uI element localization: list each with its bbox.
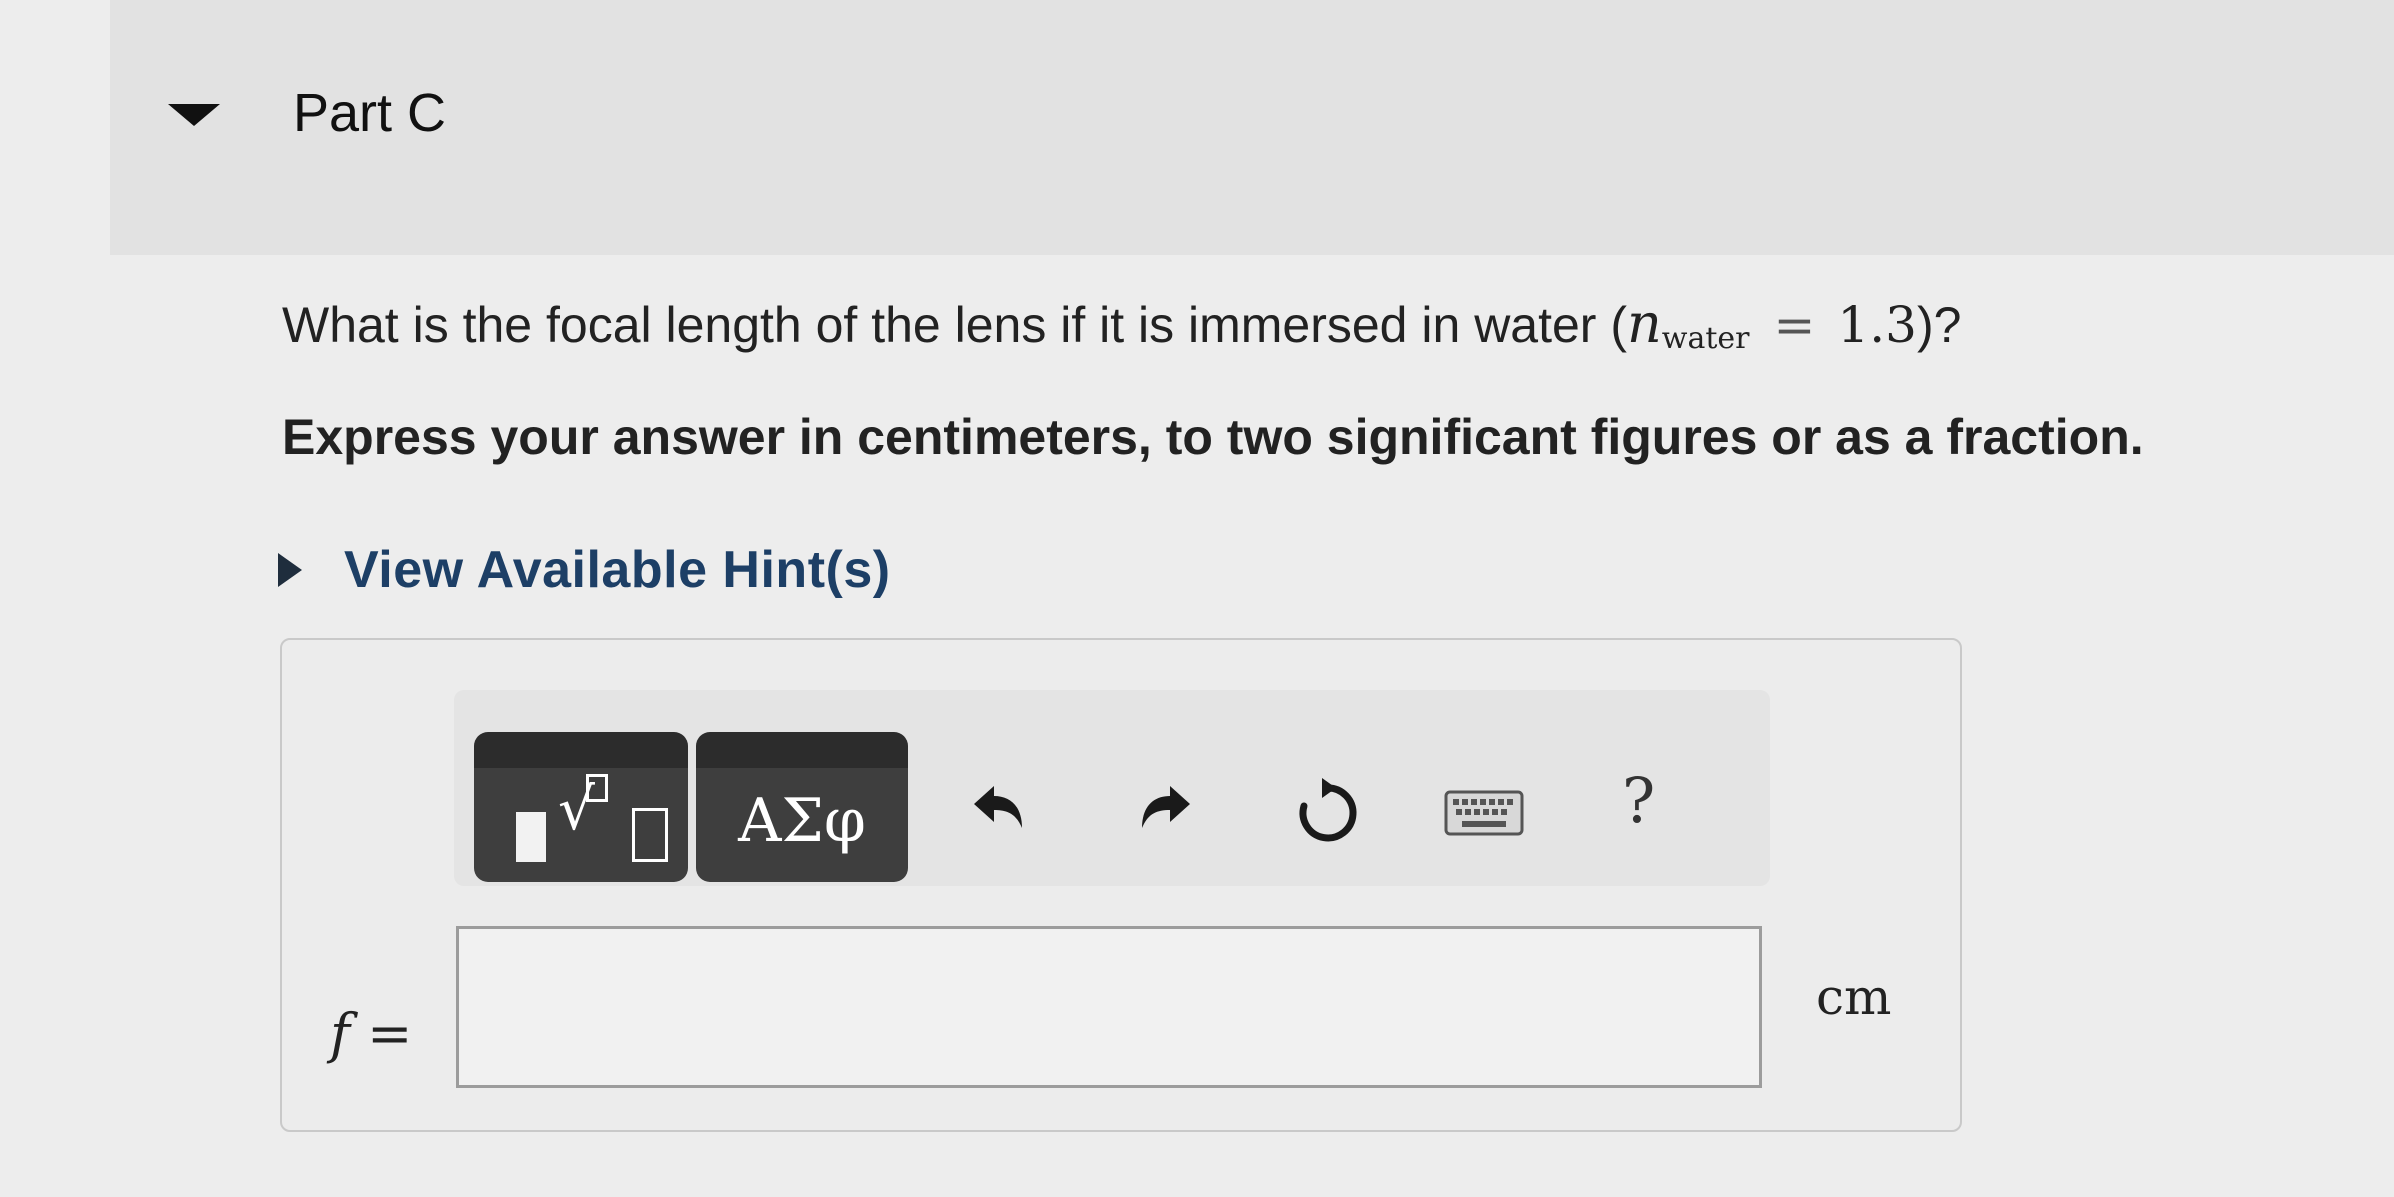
answer-instruction: Express your answer in centimeters, to t… bbox=[282, 409, 2144, 465]
math-value: 1.3 bbox=[1837, 296, 1917, 354]
question-text: What is the focal length of the lens if … bbox=[282, 292, 1961, 356]
answer-variable: f bbox=[330, 1002, 350, 1065]
templates-icon bbox=[516, 812, 546, 862]
math-toolbar: √ ΑΣφ ? bbox=[454, 690, 1770, 886]
question-text-after: )? bbox=[1916, 297, 1962, 353]
math-variable: n bbox=[1627, 292, 1662, 355]
help-button[interactable]: ? bbox=[1622, 764, 1655, 837]
part-header[interactable] bbox=[110, 0, 2394, 255]
caret-down-icon[interactable] bbox=[168, 104, 220, 126]
part-title[interactable]: Part C bbox=[293, 82, 446, 144]
templates-icon-radicand-box bbox=[632, 808, 668, 862]
answer-variable-label: f = bbox=[330, 1002, 412, 1065]
keyboard-icon[interactable] bbox=[1444, 790, 1524, 836]
page: Part C What is the focal length of the l… bbox=[0, 0, 2394, 1197]
answer-unit: cm bbox=[1816, 968, 1892, 1026]
redo-icon[interactable] bbox=[1136, 782, 1196, 838]
math-subscript: water bbox=[1661, 321, 1750, 356]
greek-symbols-label: ΑΣφ bbox=[738, 786, 866, 856]
question-math: nwater = 1.3 bbox=[1627, 292, 1917, 356]
reset-icon[interactable] bbox=[1292, 778, 1362, 848]
answer-equals: = bbox=[367, 1002, 413, 1065]
question-text-before: What is the focal length of the lens if … bbox=[282, 297, 1627, 353]
math-equals: = bbox=[1773, 296, 1816, 354]
view-hints-label[interactable]: View Available Hint(s) bbox=[344, 540, 891, 600]
answer-panel: √ ΑΣφ ? f = cm bbox=[280, 638, 1962, 1132]
caret-right-icon bbox=[278, 553, 302, 587]
view-hints-toggle[interactable]: View Available Hint(s) bbox=[278, 540, 891, 600]
greek-symbols-button[interactable]: ΑΣφ bbox=[696, 732, 908, 882]
templates-button[interactable]: √ bbox=[474, 732, 688, 882]
radical-icon: √ bbox=[558, 775, 595, 843]
answer-input[interactable] bbox=[456, 926, 1762, 1088]
undo-icon[interactable] bbox=[968, 782, 1028, 838]
